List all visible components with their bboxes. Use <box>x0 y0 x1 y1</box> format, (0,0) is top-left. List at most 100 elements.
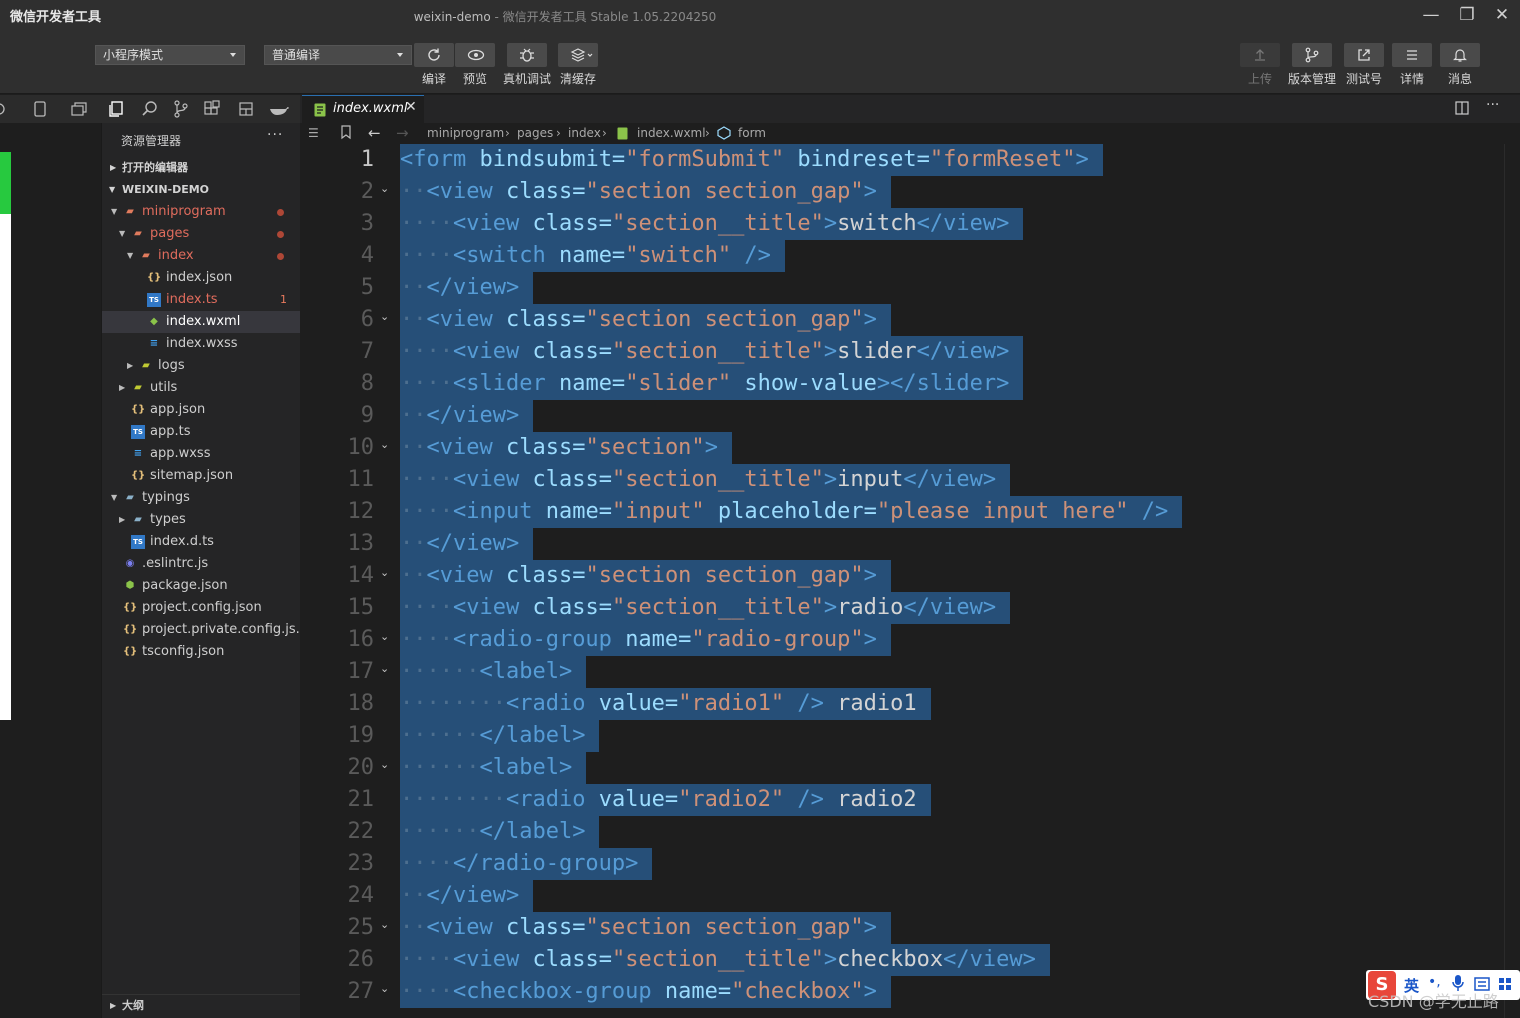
forward-arrow-icon[interactable]: → <box>396 123 409 143</box>
bookmark-icon[interactable] <box>340 125 352 146</box>
tree-item[interactable]: {} sitemap.json <box>102 465 301 487</box>
close-icon[interactable]: ✕ <box>405 99 417 115</box>
tree-item[interactable]: ≡ index.wxss <box>102 333 301 355</box>
minimize-button[interactable]: — <box>1414 2 1448 28</box>
tree-item[interactable]: ≡ app.wxss <box>102 443 301 465</box>
code-line[interactable]: ····</radio-group> <box>400 848 653 880</box>
code-line[interactable]: ····<checkbox-group name="checkbox"> <box>400 976 891 1008</box>
code-line[interactable]: ····<radio-group name="radio-group"> <box>400 624 891 656</box>
remote-debug-button[interactable] <box>507 43 547 67</box>
code-line[interactable]: ····<slider name="slider" show-value></s… <box>400 368 1024 400</box>
fold-chevron-icon[interactable]: ⌄ <box>380 304 389 336</box>
code-line[interactable]: ····<view class="section__title">slider<… <box>400 336 1024 368</box>
chevron-down-icon[interactable]: ▼ <box>119 223 125 245</box>
source-control-icon[interactable] <box>172 99 194 119</box>
chevron-down-icon[interactable]: ▼ <box>111 201 117 223</box>
tab-index-wxml[interactable]: index.wxml ✕ <box>302 95 424 123</box>
compile-button[interactable] <box>414 43 454 67</box>
code-line[interactable]: ··<view class="section section_gap"> <box>400 912 891 944</box>
open-editors-section[interactable]: ▶ 打开的编辑器 <box>102 157 301 179</box>
tree-item[interactable]: {} project.config.json <box>102 597 301 619</box>
chevron-right-icon[interactable]: ▶ <box>119 377 125 399</box>
close-window-button[interactable]: ✕ <box>1485 2 1519 28</box>
test-account-button[interactable] <box>1344 43 1384 67</box>
code-line[interactable]: ········<radio value="radio1" /> radio1 <box>400 688 931 720</box>
code-line[interactable]: ··</view> <box>400 400 534 432</box>
code-line[interactable]: ····<view class="section__title">checkbo… <box>400 944 1050 976</box>
chevron-down-icon[interactable]: ▼ <box>127 245 133 267</box>
simulator-toggle-icon[interactable] <box>0 99 16 119</box>
simulator-screen[interactable] <box>0 152 11 720</box>
docker-icon[interactable] <box>268 99 290 119</box>
restore-button[interactable]: ❐ <box>1450 2 1484 28</box>
tree-item[interactable]: ⬢ package.json <box>102 575 301 597</box>
code-editor[interactable]: 1 <form bindsubmit="formSubmit" bindreset… <box>300 144 1504 1018</box>
tree-item[interactable]: TS app.ts <box>102 421 301 443</box>
breadcrumb-item[interactable]: pages <box>517 123 553 143</box>
code-line[interactable]: ········<radio value="radio2" /> radio2 <box>400 784 931 816</box>
code-line[interactable]: ··<view class="section section_gap"> <box>400 304 891 336</box>
code-line[interactable]: ··</view> <box>400 272 534 304</box>
tree-item[interactable]: ◆ index.wxml <box>102 311 301 333</box>
search-icon[interactable] <box>140 99 162 119</box>
clear-cache-button[interactable] <box>558 43 598 67</box>
editor-more-icon[interactable]: ··· <box>1486 97 1499 113</box>
code-line[interactable]: ······</label> <box>400 720 600 752</box>
tree-item[interactable]: TS index.d.ts <box>102 531 301 553</box>
fold-chevron-icon[interactable]: ⌄ <box>380 752 389 784</box>
code-line[interactable]: ······<label> <box>400 752 587 784</box>
tree-item[interactable]: ▼ ▰ miniprogram <box>102 201 301 223</box>
code-line[interactable]: ····<view class="section__title">switch<… <box>400 208 1024 240</box>
breadcrumb-item[interactable]: index.wxml <box>637 123 706 143</box>
tree-item[interactable]: TS index.ts 1 <box>102 289 301 311</box>
code-line[interactable]: ··<view class="section"> <box>400 432 732 464</box>
phone-icon[interactable] <box>32 99 54 119</box>
code-line[interactable]: <form bindsubmit="formSubmit" bindreset=… <box>400 144 1103 176</box>
tree-item[interactable]: ▼ ▰ typings <box>102 487 301 509</box>
code-line[interactable]: ··<view class="section section_gap"> <box>400 560 891 592</box>
fold-chevron-icon[interactable]: ⌄ <box>380 912 389 944</box>
code-line[interactable]: ······<label> <box>400 656 587 688</box>
code-line[interactable]: ····<view class="section__title">radio</… <box>400 592 1011 624</box>
code-line[interactable]: ··</view> <box>400 528 534 560</box>
chevron-down-icon[interactable]: ▼ <box>111 487 117 509</box>
fold-chevron-icon[interactable]: ⌄ <box>380 176 389 208</box>
upload-button[interactable] <box>1240 43 1280 67</box>
tree-item[interactable]: ◉ .eslintrc.js <box>102 553 301 575</box>
code-line[interactable]: ··<view class="section section_gap"> <box>400 176 891 208</box>
fold-chevron-icon[interactable]: ⌄ <box>380 656 389 688</box>
breadcrumb-item[interactable]: index <box>568 123 601 143</box>
messages-button[interactable] <box>1440 43 1480 67</box>
mode-select[interactable]: 小程序模式 <box>95 45 245 65</box>
breadcrumb-item[interactable]: form <box>738 123 766 143</box>
tree-item[interactable]: ▶ ▰ types <box>102 509 301 531</box>
explorer-icon[interactable] <box>106 99 128 119</box>
compile-mode-select[interactable]: 普通编译 <box>264 45 412 65</box>
back-arrow-icon[interactable]: ← <box>368 123 381 143</box>
editor-scrollbar[interactable] <box>1504 144 1520 1018</box>
details-button[interactable] <box>1392 43 1432 67</box>
tree-item[interactable]: ▶ ▰ logs <box>102 355 301 377</box>
chevron-right-icon[interactable]: ▶ <box>119 509 125 531</box>
layout-icon[interactable] <box>237 99 259 119</box>
code-line[interactable]: ··</view> <box>400 880 534 912</box>
tree-item[interactable]: {} project.private.config.js... <box>102 619 308 641</box>
version-control-button[interactable] <box>1292 43 1332 67</box>
code-line[interactable]: ······</label> <box>400 816 600 848</box>
split-editor-icon[interactable] <box>1455 100 1469 120</box>
project-section[interactable]: ▼ WEIXIN-DEMO <box>102 179 301 201</box>
preview-button[interactable] <box>455 43 495 67</box>
tree-item[interactable]: ▼ ▰ index <box>102 245 301 267</box>
code-line[interactable]: ····<switch name="switch" /> <box>400 240 785 272</box>
fold-chevron-icon[interactable]: ⌄ <box>380 624 389 656</box>
fold-chevron-icon[interactable]: ⌄ <box>380 560 389 592</box>
tree-item[interactable]: {} app.json <box>102 399 301 421</box>
list-icon[interactable]: ☰ <box>308 123 319 143</box>
tree-item[interactable]: {} index.json <box>102 267 301 289</box>
fold-chevron-icon[interactable]: ⌄ <box>380 432 389 464</box>
extensions-icon[interactable] <box>203 99 225 119</box>
code-line[interactable]: ····<view class="section__title">input</… <box>400 464 1011 496</box>
breadcrumb-item[interactable]: miniprogram <box>427 123 504 143</box>
more-actions-icon[interactable]: ··· <box>267 127 283 143</box>
tree-item[interactable]: ▼ ▰ pages <box>102 223 301 245</box>
